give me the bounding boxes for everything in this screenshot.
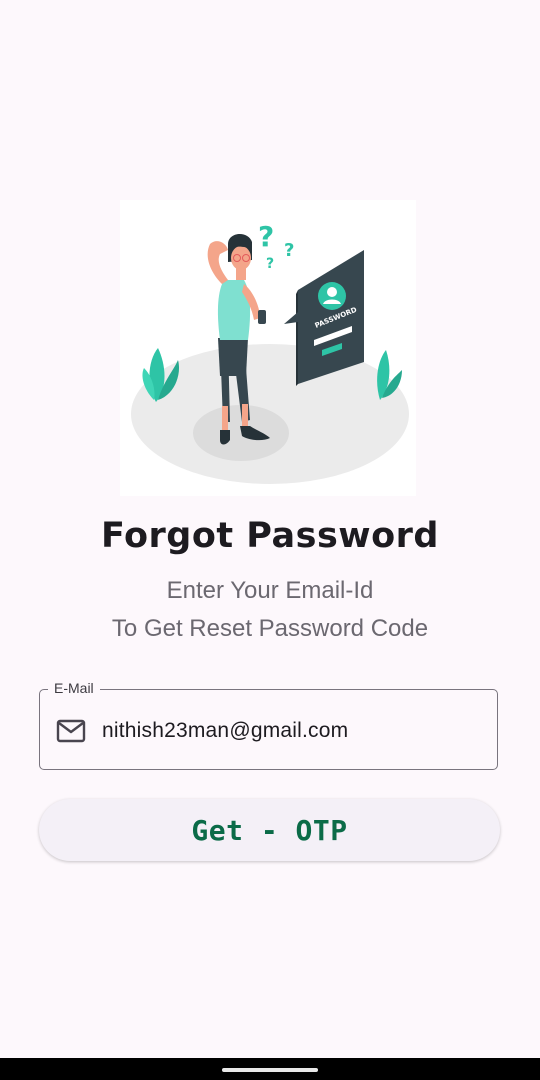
get-otp-button[interactable]: Get - OTP [39,799,500,861]
svg-text:?: ? [258,220,274,253]
illustration-graphic: PASSWORD ? ? ? [131,220,409,484]
get-otp-button-label: Get - OTP [191,813,348,847]
email-field-value[interactable]: nithish23man@gmail.com [102,719,348,743]
svg-text:?: ? [266,256,274,272]
status-bar [0,0,540,34]
forgot-password-illustration: PASSWORD ? ? ? [120,200,416,496]
page-title: Forgot Password [100,516,439,556]
subtitle-line-2: To Get Reset Password Code [111,615,429,642]
mail-icon [56,718,86,744]
svg-text:?: ? [284,240,294,261]
email-field-label: E-Mail [48,680,100,696]
home-indicator[interactable] [222,1068,318,1072]
subtitle-line-1: Enter Your Email-Id [166,577,374,604]
